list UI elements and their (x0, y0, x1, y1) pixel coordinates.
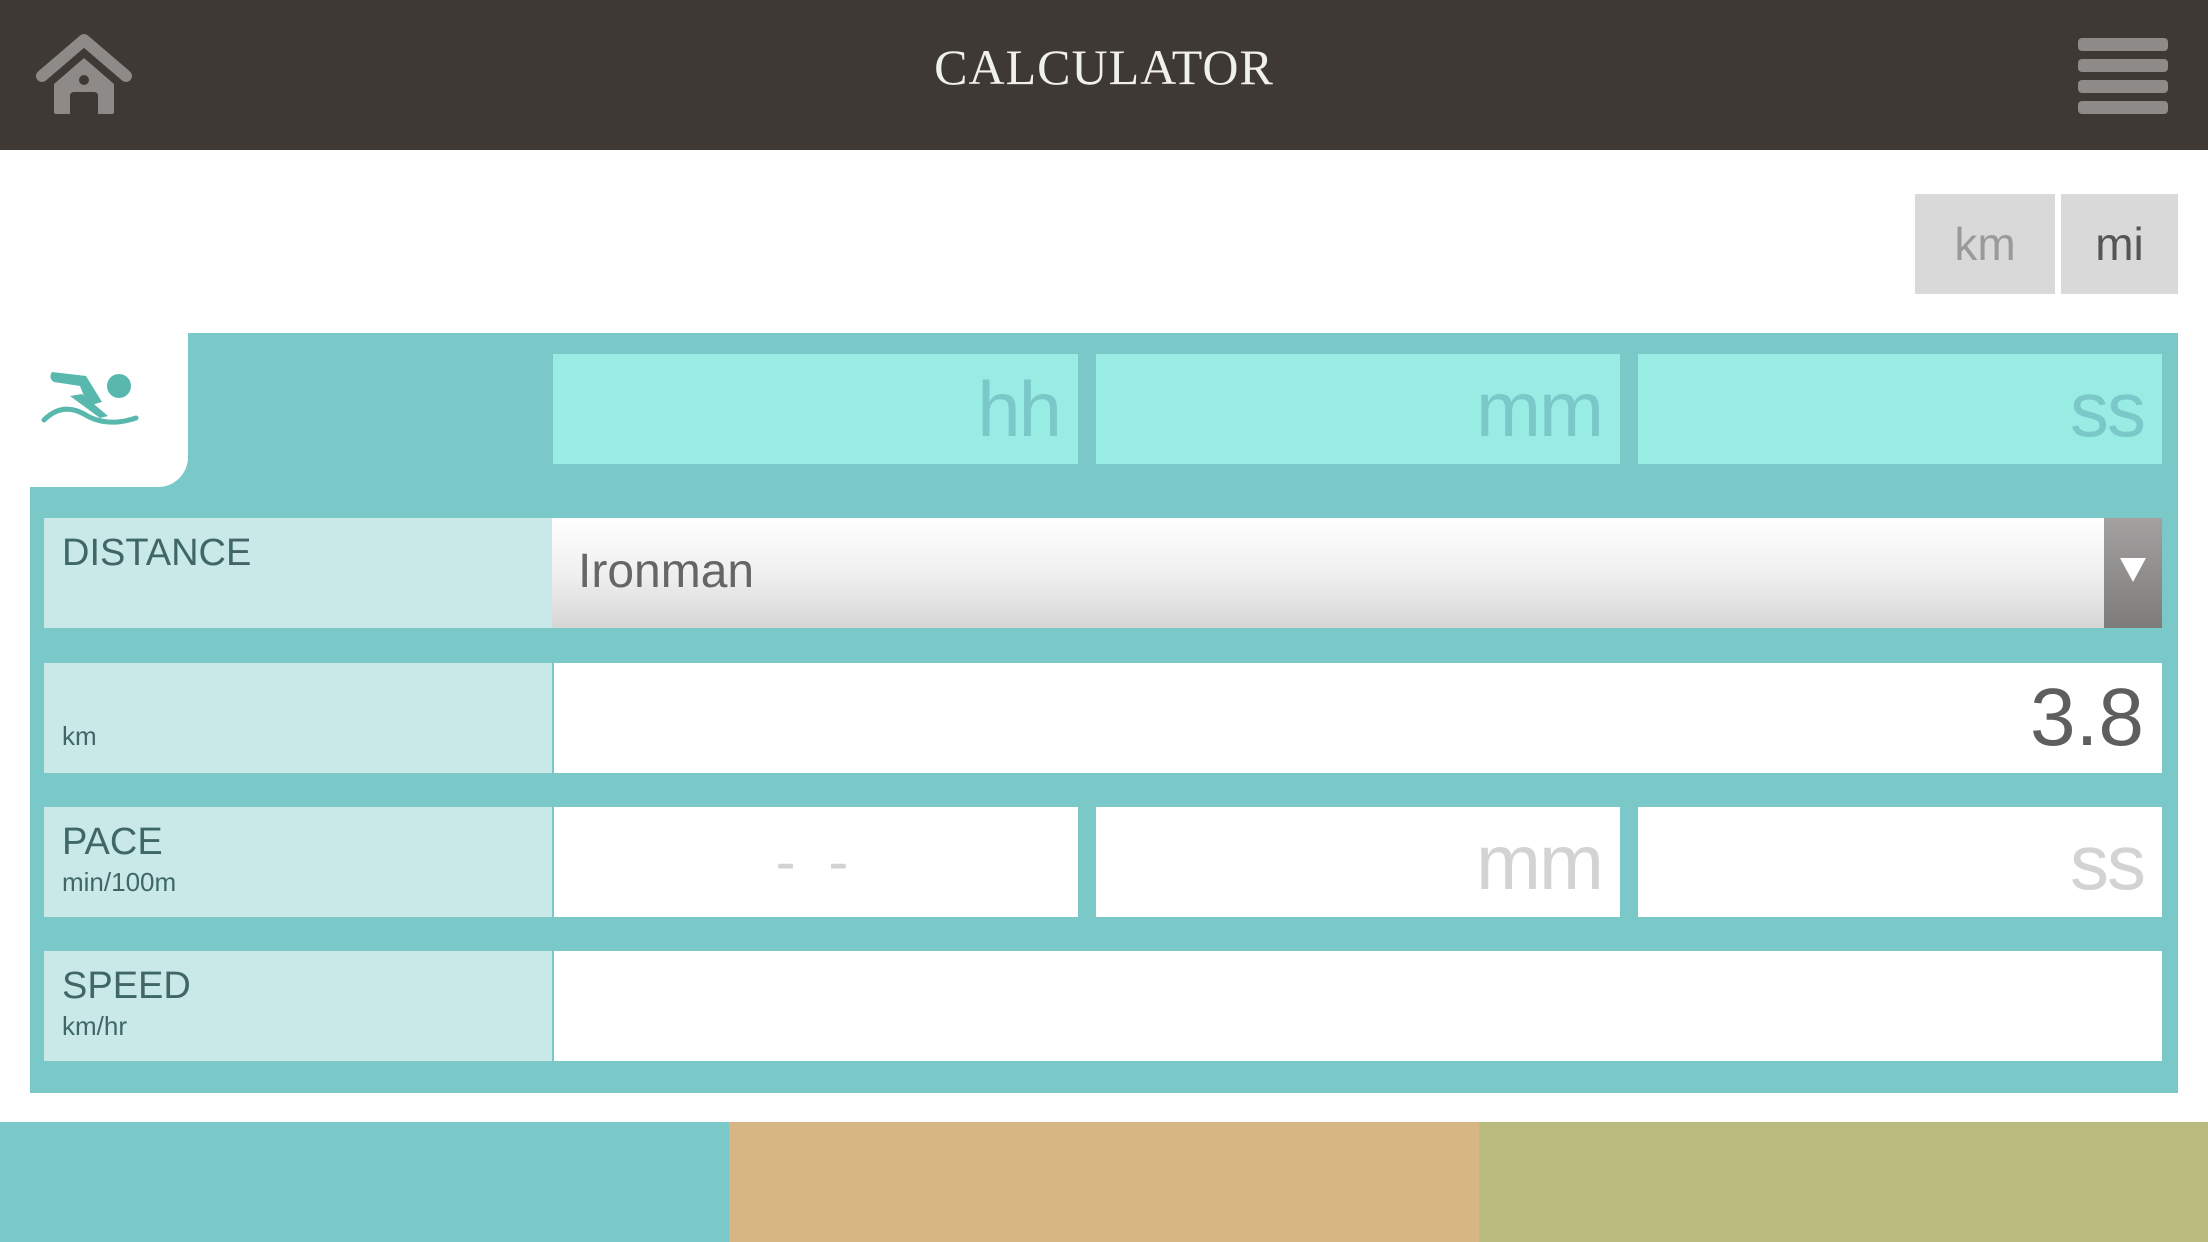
speed-row: SPEED km/hr (44, 951, 2162, 1061)
pace-unit-label: min/100m (62, 867, 177, 897)
top-bar: CALCULATOR (0, 0, 2208, 150)
distance-row: DISTANCE Ironman (44, 518, 2162, 628)
speed-label: SPEED (62, 965, 191, 1007)
pace-hours-input[interactable]: - - (554, 807, 1078, 917)
speed-unit-label: km/hr (62, 1011, 127, 1041)
speed-label-cell: SPEED km/hr (44, 951, 552, 1061)
time-hours-input[interactable]: hh (553, 354, 1078, 464)
distance-selected-value: Ironman (578, 545, 755, 598)
distance-value-row: km 3.8 (44, 663, 2162, 773)
pace-row: PACE min/100m - - mm ss (44, 807, 2162, 917)
pace-minutes-input[interactable]: mm (1096, 807, 1620, 917)
swim-tab[interactable] (0, 1122, 729, 1242)
distance-label: DISTANCE (62, 532, 252, 574)
swimmer-icon (41, 372, 139, 425)
menu-button[interactable] (2076, 36, 2170, 116)
unit-mi-button[interactable]: mi (2061, 194, 2178, 294)
pace-label: PACE (62, 821, 163, 863)
sport-tabs (0, 1122, 2208, 1242)
pace-seconds-input[interactable]: ss (1638, 807, 2162, 917)
bike-tab[interactable] (729, 1122, 1479, 1242)
unit-toggle: km mi (1915, 194, 2178, 294)
distance-value-input[interactable]: 3.8 (554, 663, 2162, 773)
distance-unit-label: km (62, 721, 97, 751)
page-title: CALCULATOR (934, 39, 1274, 95)
triangle-down-icon (2120, 558, 2146, 582)
distance-unit-cell: km (44, 663, 552, 773)
distance-dropdown[interactable]: Ironman (552, 518, 2162, 628)
calculator-panel: hh mm ss DISTANCE Ironman km 3.8 PACE mi… (30, 327, 2178, 1093)
pace-label-cell: PACE min/100m (44, 807, 552, 917)
sport-tab (30, 327, 188, 487)
speed-input[interactable] (554, 951, 2162, 1061)
time-seconds-input[interactable]: ss (1638, 354, 2162, 464)
time-minutes-input[interactable]: mm (1096, 354, 1620, 464)
unit-km-button[interactable]: km (1915, 194, 2055, 294)
run-tab[interactable] (1479, 1122, 2208, 1242)
dropdown-button[interactable] (2104, 518, 2162, 628)
distance-label-cell: DISTANCE (44, 518, 552, 628)
